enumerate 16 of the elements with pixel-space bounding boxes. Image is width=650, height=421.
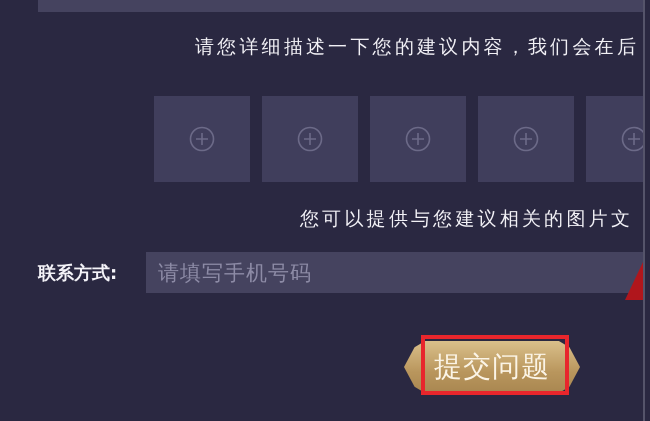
image-upload-slot[interactable] — [154, 96, 250, 182]
submit-button[interactable]: 提交问题 — [404, 341, 580, 393]
image-upload-slot[interactable] — [262, 96, 358, 182]
ribbon-icon — [625, 262, 643, 300]
add-icon — [513, 126, 539, 152]
phone-input[interactable]: 请填写手机号码 — [146, 252, 643, 293]
add-icon — [621, 126, 643, 152]
image-upload-slot[interactable] — [478, 96, 574, 182]
add-icon — [189, 126, 215, 152]
description-field[interactable] — [38, 0, 643, 12]
upload-hint: 您可以提供与您建议相关的图片文 — [300, 207, 633, 232]
add-icon — [405, 126, 431, 152]
add-icon — [297, 126, 323, 152]
image-upload-slot[interactable] — [370, 96, 466, 182]
description-hint: 请您详细描述一下您的建议内容，我们会在后 — [195, 35, 639, 60]
contact-label: 联系方式: — [38, 262, 118, 284]
